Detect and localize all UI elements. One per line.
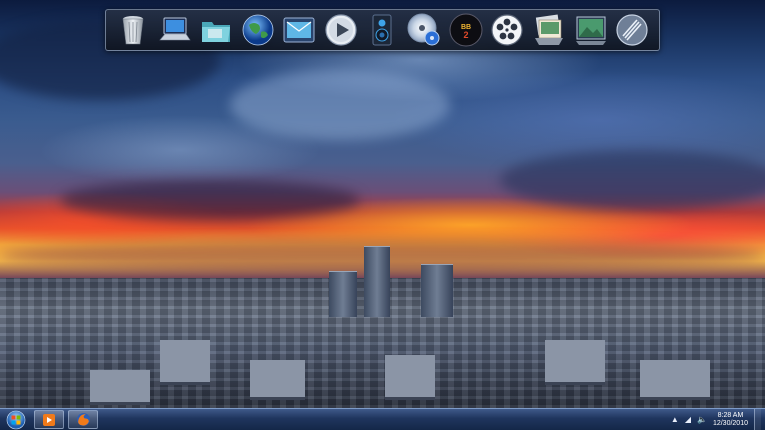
folder-icon[interactable] — [198, 12, 234, 48]
internet-globe-icon[interactable] — [240, 12, 276, 48]
taskbar: ▲ ◢ 🔈 8:28 AM 12/30/2010 — [0, 408, 765, 430]
show-desktop-button[interactable] — [754, 409, 761, 430]
clock[interactable]: 8:28 AM 12/30/2010 — [713, 412, 748, 428]
game-app-icon[interactable]: BB 2 — [448, 12, 484, 48]
media-player-icon — [43, 413, 55, 426]
media-play-icon[interactable] — [323, 12, 359, 48]
show-hidden-icons-icon[interactable]: ▲ — [671, 415, 679, 424]
taskbar-media-player-button[interactable] — [34, 410, 64, 429]
svg-text:2: 2 — [463, 30, 468, 40]
dvd-disc-icon[interactable] — [406, 12, 442, 48]
picture-frame-icon[interactable] — [573, 12, 609, 48]
mail-icon[interactable] — [281, 12, 317, 48]
windows-logo-icon — [6, 410, 26, 429]
clock-date: 12/30/2010 — [712, 419, 748, 427]
network-icon[interactable]: ◢ — [685, 415, 691, 424]
computer-icon[interactable] — [156, 12, 192, 48]
volume-icon[interactable]: 🔈 — [697, 415, 707, 424]
speaker-icon[interactable] — [364, 12, 400, 48]
steam-app-icon[interactable] — [614, 12, 650, 48]
dock-bar: BB 2 — [105, 9, 660, 51]
firefox-icon — [76, 413, 90, 426]
photo-stack-icon[interactable] — [531, 12, 567, 48]
recycle-bin-icon[interactable] — [115, 12, 151, 48]
clock-time: 8:28 AM — [717, 411, 744, 419]
system-tray: ▲ ◢ 🔈 8:28 AM 12/30/2010 — [671, 409, 761, 430]
start-button[interactable] — [2, 409, 30, 430]
film-reel-icon[interactable] — [489, 12, 525, 48]
desktop-wallpaper — [0, 0, 765, 408]
taskbar-firefox-button[interactable] — [68, 410, 98, 429]
